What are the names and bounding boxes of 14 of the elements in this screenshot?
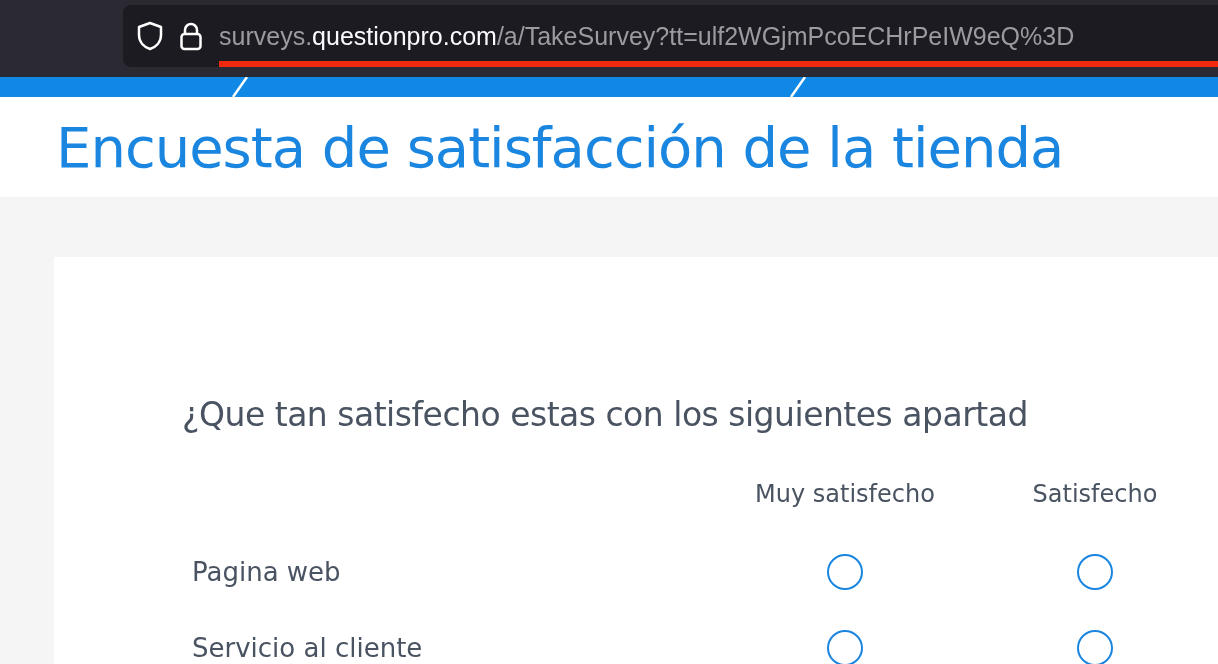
column-header: Satisfecho (1031, 480, 1159, 508)
address-bar[interactable]: surveys.questionpro.com/a/TakeSurvey?tt=ulf2WGjmPcoECHrPeIW9eQ%3D (123, 5, 1218, 67)
question-text: ¿Que tan satisfecho estas con los siguientes apartad (182, 395, 1029, 434)
radio-button[interactable] (1077, 554, 1113, 590)
shield-icon[interactable] (137, 21, 163, 51)
survey-title: Encuesta de satisfacción de la tienda (56, 114, 1064, 180)
radio-button[interactable] (1077, 630, 1113, 664)
column-header: Muy satisfecho (754, 480, 936, 508)
row-label: Pagina web (192, 557, 342, 587)
url-text[interactable]: surveys.questionpro.com/a/TakeSurvey?tt=ulf2WGjmPcoECHrPeIW9eQ%3D (219, 21, 1075, 51)
radio-button[interactable] (827, 554, 863, 590)
radio-button[interactable] (827, 630, 863, 664)
lock-icon[interactable] (179, 21, 203, 51)
row-label: Servicio al cliente (192, 633, 424, 663)
